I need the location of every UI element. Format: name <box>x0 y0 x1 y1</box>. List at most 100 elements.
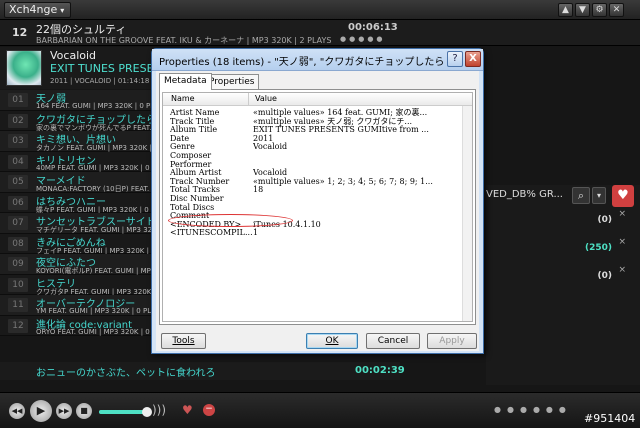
track-subtitle: 40MP FEAT. GUMI | MP3 320K | 0 PL <box>36 163 160 172</box>
tab-properties[interactable]: Properties <box>204 74 260 90</box>
collapse-up-icon[interactable]: ▲ <box>558 3 573 17</box>
now-playing-subtitle: BARBARIAN ON THE GROOVE FEAT. IKU & カーネー… <box>36 36 332 45</box>
tab-metadata[interactable]: Metadata <box>159 73 212 90</box>
properties-dialog: Properties (18 items) - "天ノ弱", "クワガタにチョッ… <box>151 48 484 354</box>
filter-count: (250) <box>584 243 612 253</box>
track-number: 06 <box>8 195 28 210</box>
gear-icon[interactable]: ⚙ <box>592 3 607 17</box>
track-number: 11 <box>8 298 28 312</box>
filter-row[interactable]: (0) × <box>486 265 627 289</box>
volume-slider[interactable] <box>99 407 152 417</box>
remove-icon[interactable]: × <box>618 237 626 247</box>
filter-row[interactable]: (250) × <box>486 237 626 261</box>
volume-knob[interactable] <box>141 407 152 417</box>
heart-icon[interactable]: ♥ <box>182 403 193 417</box>
metadata-row[interactable]: <ITUNESCOMPIL... 1 <box>163 228 472 238</box>
apply-button-label: Apply <box>439 336 465 346</box>
track-row[interactable]: 04 キリトリセン 40MP FEAT. GUMI | MP3 320K | 0 P… <box>0 151 160 172</box>
now-playing-time: 00:06:13 <box>348 22 398 33</box>
track-number: 05 <box>8 175 28 189</box>
now-playing-row[interactable]: 12 22個のシュルティ BARBARIAN ON THE GROOVE FEA… <box>0 20 640 46</box>
dialog-title: Properties (18 items) - "天ノ弱", "クワガタにチョッ… <box>159 57 444 68</box>
grid-header: Name Value <box>163 93 472 106</box>
album-meta: 2011 | VOCALOID | 01:14:18 <box>50 77 150 85</box>
track-title: おニューのかさぶた、ペットに食われろ <box>36 368 216 379</box>
previous-icon[interactable]: ◀◀ <box>9 403 25 419</box>
app-menu-button[interactable]: Xch4nge ▾ <box>4 2 72 18</box>
cancel-button-label: Cancel <box>377 336 409 346</box>
album-artist: Vocaloid <box>50 49 97 62</box>
track-subtitle: ORYO FEAT. GUMI | MP3 320K | 0 PLA <box>36 327 160 336</box>
close-icon[interactable]: ✕ <box>609 3 624 17</box>
track-number: 03 <box>8 134 28 148</box>
track-row[interactable]: 11 オーバーテクノロジー YM FEAT. GUMI | MP3 320K | 0… <box>0 295 160 316</box>
track-subtitle: 164 FEAT. GUMI | MP3 320K | 0 PL <box>36 102 155 110</box>
remove-icon[interactable]: × <box>618 209 626 219</box>
rating-dots[interactable]: ●●●●● <box>340 35 386 43</box>
column-header-name[interactable]: Name <box>171 94 195 103</box>
vertical-scrollbar[interactable] <box>462 106 472 321</box>
metadata-field-value[interactable]: 1 <box>253 228 468 237</box>
collapse-down-icon[interactable]: ▼ <box>575 3 590 17</box>
track-row[interactable]: 06 はちみつハニー 蝶々P FEAT. GUMI | MP3 320K | 0 P <box>0 192 160 214</box>
track-number: 02 <box>8 113 28 128</box>
track-row[interactable]: 09 夜空にふたつ KOYORI(電ポルP) FEAT. GUMI | MP3 3 <box>0 254 160 275</box>
chevron-down-icon: ▾ <box>60 6 65 15</box>
red-highlight-ellipse <box>168 214 293 227</box>
track-row[interactable]: 03 キミ想い、片想い タカノン FEAT. GUMI | MP3 320K | 0 <box>0 131 160 152</box>
track-time: 00:02:39 <box>355 365 405 376</box>
track-row[interactable]: 08 きみにごめんね フェイP FEAT. GUMI | MP3 320K | 0 <box>0 233 160 255</box>
chevron-down-icon[interactable]: ▾ <box>592 187 606 204</box>
search-filter-label: VED_DB% GR... <box>486 189 563 200</box>
track-row[interactable]: 05 マーメイド MONACA:FACTORY (10日P) FEAT. GUMI <box>0 172 160 193</box>
track-number: 08 <box>8 236 28 251</box>
filter-count: (0) <box>597 271 613 281</box>
track-list: 01 天ノ弱 164 FEAT. GUMI | MP3 320K | 0 PL 02… <box>0 90 160 380</box>
tools-button[interactable]: Tools <box>161 333 206 349</box>
track-row[interactable]: 10 ヒステリ クワガタP FEAT. GUMI | MP3 320K | <box>0 274 160 296</box>
help-button[interactable]: ? <box>447 51 463 67</box>
remove-icon[interactable]: × <box>618 265 626 275</box>
column-header-value[interactable]: Value <box>255 94 277 103</box>
apply-button: Apply <box>427 333 477 349</box>
track-row[interactable]: おニューのかさぶた、ペットに食われろ 00:02:39 <box>0 362 405 380</box>
metadata-field-name: <ITUNESCOMPIL... <box>170 228 253 238</box>
track-subtitle: YM FEAT. GUMI | MP3 320K | 0 PLAY <box>36 307 160 315</box>
play-icon[interactable]: ▶ <box>30 400 52 422</box>
metadata-grid: Name Value Artist Name «multiple values» … <box>162 92 473 322</box>
transport-bar: ◀◀ ▶ ▶▶ ■ ))) ♥ − ●●●●●● <box>0 392 640 428</box>
tools-button-label: Tools <box>172 336 195 346</box>
metadata-panel: Name Value Artist Name «multiple values» … <box>159 89 476 325</box>
volume-icon[interactable]: ))) <box>152 403 166 417</box>
right-panel: VED_DB% GR... ⌕ ▾ ♥ (0) × (250) × (0) × <box>486 185 640 385</box>
ok-button[interactable]: OK <box>306 333 358 349</box>
dialog-title-bar[interactable]: Properties (18 items) - "天ノ弱", "クワガタにチョッ… <box>152 49 483 71</box>
track-row[interactable]: 01 天ノ弱 164 FEAT. GUMI | MP3 320K | 0 PL <box>0 90 160 111</box>
track-row[interactable]: 12 進化論 code:variant ORYO FEAT. GUMI | MP3 … <box>0 315 160 336</box>
ok-button-label: OK <box>325 336 339 346</box>
track-row[interactable]: 07 サンセットラブスーサイド マチゲリータ FEAT. GUMI | MP3 32… <box>0 213 160 234</box>
heart-icon[interactable]: ♥ <box>612 185 634 207</box>
watermark: #951404 <box>584 412 636 425</box>
stop-icon[interactable]: ■ <box>76 403 92 419</box>
ban-icon[interactable]: − <box>203 404 215 416</box>
search-icon[interactable]: ⌕ <box>572 187 590 204</box>
album-header: Vocaloid EXIT TUNES PRESENTS 2011 | VOCA… <box>0 47 175 89</box>
now-playing-index: 12 <box>12 26 28 39</box>
track-number: 09 <box>8 257 28 271</box>
track-number: 04 <box>8 154 28 169</box>
next-icon[interactable]: ▶▶ <box>56 403 72 419</box>
player-title-bar: Xch4nge ▾ ▲ ▼ ⚙ ✕ <box>0 0 640 20</box>
album-art <box>6 50 42 86</box>
app-menu-label: Xch4nge <box>9 3 58 16</box>
column-divider[interactable] <box>248 93 249 106</box>
track-number: 01 <box>8 93 28 107</box>
track-number: 12 <box>8 318 28 333</box>
volume-fill <box>99 410 147 414</box>
filter-row[interactable]: (0) × <box>486 209 627 233</box>
rating-dots[interactable]: ●●●●●● <box>494 405 572 414</box>
track-number: 07 <box>8 216 28 230</box>
close-button[interactable]: X <box>465 51 481 67</box>
cancel-button[interactable]: Cancel <box>366 333 420 349</box>
track-row[interactable]: 02 クワガタにチョップしたらタ 家の裏でマンボウが死んでるP FEAT. GU <box>0 110 160 132</box>
